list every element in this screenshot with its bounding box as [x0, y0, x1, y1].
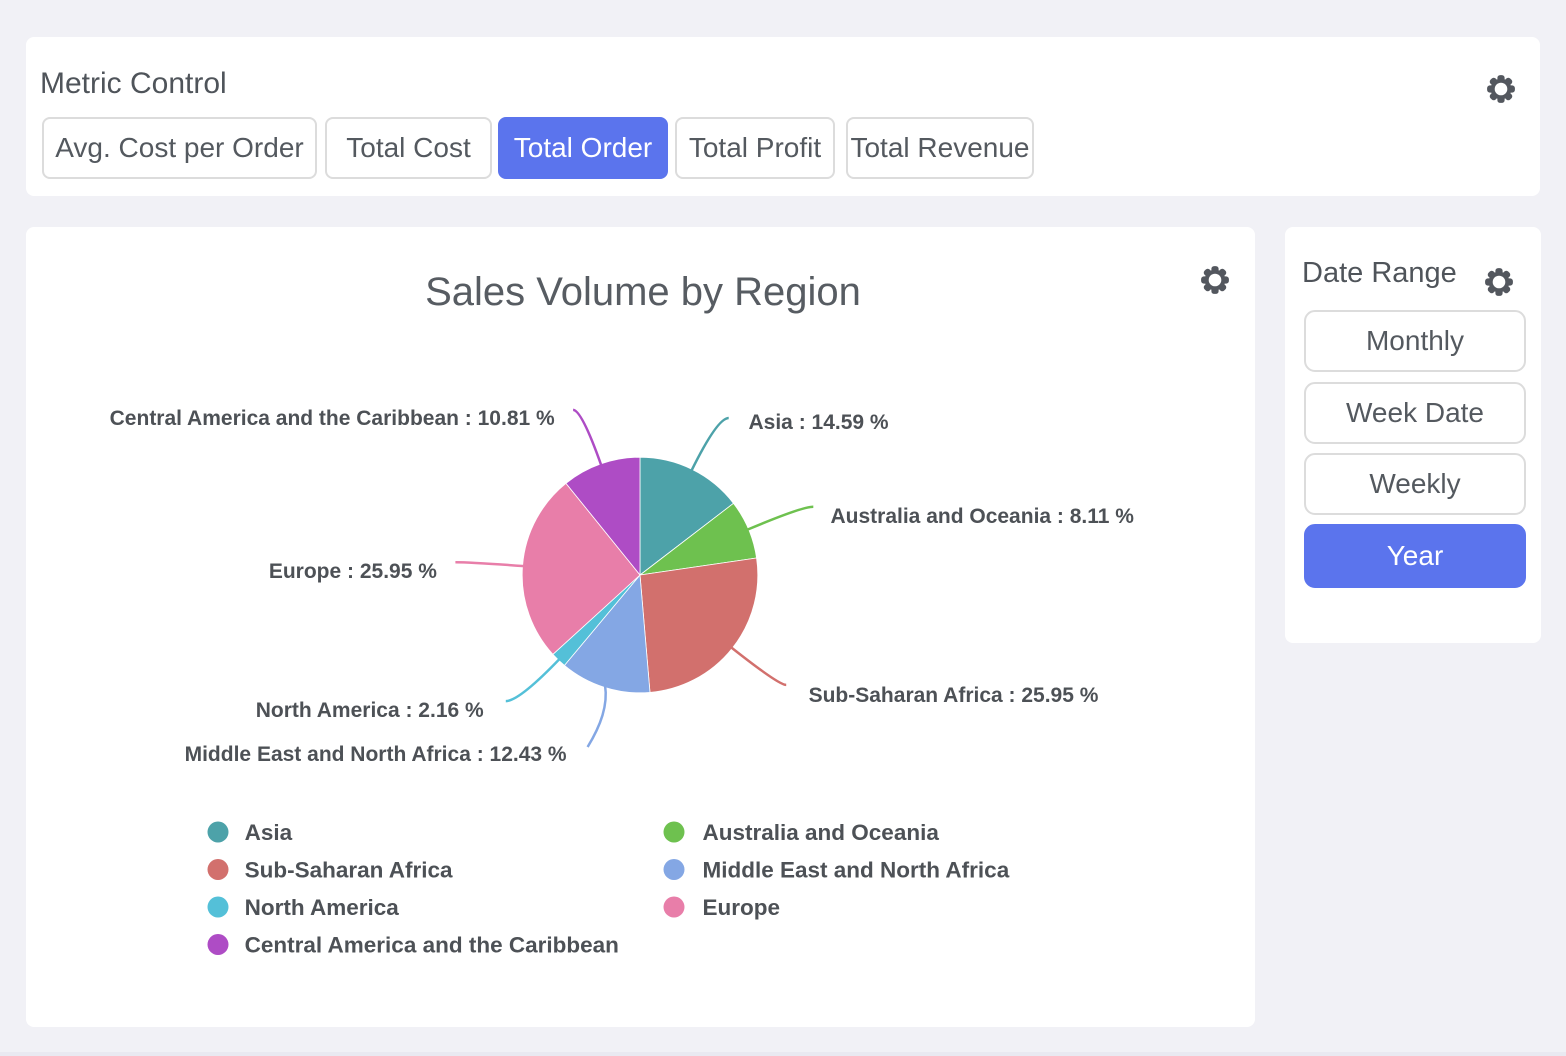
- svg-text:Australia and Oceania : 8.11 %: Australia and Oceania : 8.11 %: [831, 505, 1135, 528]
- svg-text:Central America and the Caribb: Central America and the Caribbean : 10.8…: [110, 407, 555, 430]
- svg-text:Europe: Europe: [703, 895, 781, 920]
- svg-text:Middle East and North Africa: Middle East and North Africa: [703, 858, 1010, 883]
- svg-text:Sub-Saharan Africa: Sub-Saharan Africa: [245, 858, 453, 883]
- svg-text:North America : 2.16 %: North America : 2.16 %: [256, 699, 484, 722]
- svg-text:Asia : 14.59 %: Asia : 14.59 %: [749, 411, 889, 434]
- svg-text:Australia and Oceania: Australia and Oceania: [703, 820, 940, 845]
- svg-text:Middle East and North Africa :: Middle East and North Africa : 12.43 %: [185, 743, 567, 766]
- svg-text:Sub-Saharan Africa : 25.95 %: Sub-Saharan Africa : 25.95 %: [809, 684, 1099, 707]
- svg-text:Central America and the Caribb: Central America and the Caribbean: [245, 933, 619, 958]
- svg-text:Asia: Asia: [245, 820, 293, 845]
- svg-text:Sales Volume by Region: Sales Volume by Region: [425, 270, 861, 314]
- svg-text:North America: North America: [245, 895, 400, 920]
- svg-text:Europe : 25.95 %: Europe : 25.95 %: [269, 560, 437, 583]
